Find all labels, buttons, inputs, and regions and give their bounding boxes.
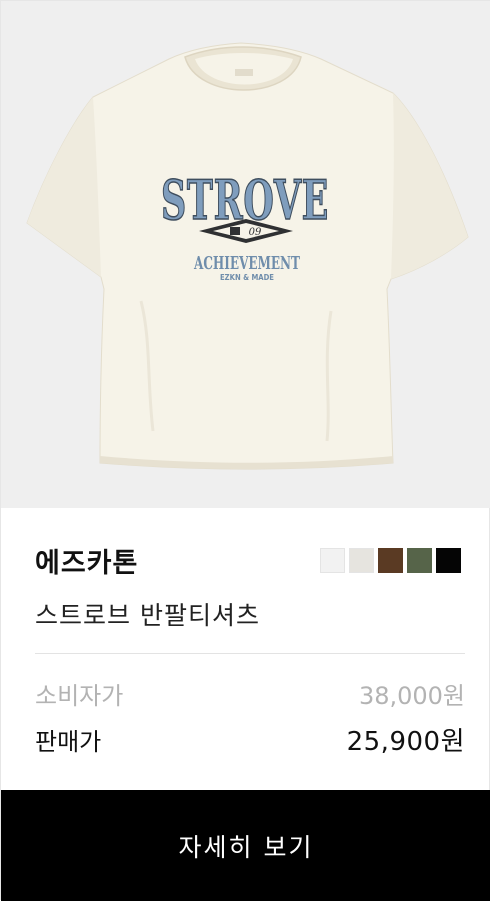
- msrp-row: 소비자가 38,000원: [35, 676, 465, 711]
- tshirt-illustration: STROVE 09 ACHIEVEMENT EZKN & MADE: [1, 1, 490, 508]
- print-badge: 09: [249, 227, 262, 238]
- color-swatch-ivory[interactable]: [349, 548, 374, 573]
- msrp-value: 38,000원: [358, 682, 465, 710]
- product-card: STROVE 09 ACHIEVEMENT EZKN & MADE 에즈카톤 스…: [0, 0, 490, 901]
- divider: [35, 653, 465, 654]
- color-swatch-khaki[interactable]: [407, 548, 432, 573]
- view-details-button[interactable]: 자세히 보기: [1, 790, 490, 901]
- print-small-text: EZKN & MADE: [220, 273, 274, 282]
- sale-price-value: 25,900원: [346, 727, 465, 757]
- color-swatches: [320, 548, 461, 573]
- color-swatch-brown[interactable]: [378, 548, 403, 573]
- sale-price-label: 판매가: [35, 728, 102, 756]
- color-swatch-black[interactable]: [436, 548, 461, 573]
- brand-name[interactable]: 에즈카톤: [35, 541, 138, 580]
- product-name[interactable]: 스트로브 반팔티셔츠: [35, 596, 260, 632]
- sale-price-row: 판매가 25,900원: [35, 721, 465, 758]
- msrp-label: 소비자가: [35, 682, 124, 710]
- print-subtitle: ACHIEVEMENT: [193, 253, 300, 274]
- product-image[interactable]: STROVE 09 ACHIEVEMENT EZKN & MADE: [1, 1, 490, 508]
- color-swatch-white[interactable]: [320, 548, 345, 573]
